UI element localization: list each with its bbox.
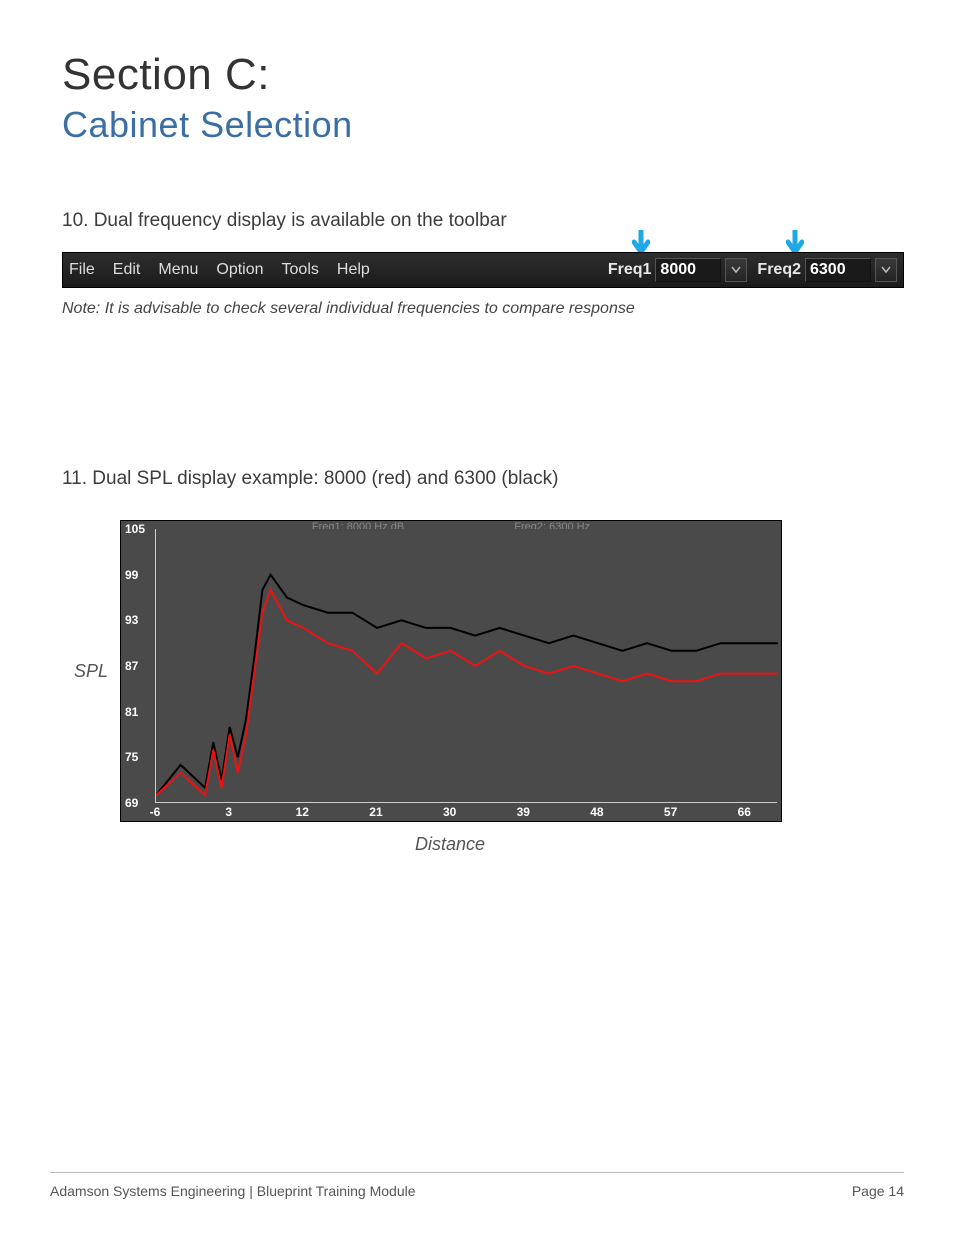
freq1-label: Freq1 (608, 261, 652, 279)
x-tick: 30 (443, 805, 456, 819)
x-tick: -6 (150, 805, 161, 819)
footer-page: Page 14 (852, 1183, 904, 1199)
chevron-down-icon (881, 266, 891, 274)
menu-edit[interactable]: Edit (113, 261, 141, 279)
freq2-dropdown[interactable] (875, 258, 897, 282)
footer-left: Adamson Systems Engineering | Blueprint … (50, 1183, 416, 1199)
freq2-label: Freq2 (757, 261, 801, 279)
spl-chart: Freq1: 8000 Hz dB Freq2: 6300 Hz 6975818… (120, 520, 782, 822)
menu-tools[interactable]: Tools (282, 261, 319, 279)
x-tick: 39 (517, 805, 530, 819)
x-tick: 57 (664, 805, 677, 819)
y-tick: 93 (125, 613, 138, 627)
y-tick: 81 (125, 705, 138, 719)
section-label: Section C: (62, 50, 904, 100)
x-tick: 3 (225, 805, 232, 819)
y-tick: 99 (125, 568, 138, 582)
page-footer: Adamson Systems Engineering | Blueprint … (50, 1172, 904, 1199)
y-tick: 69 (125, 796, 138, 810)
menu-file[interactable]: File (69, 261, 95, 279)
menu-bar: File Edit Menu Option Tools Help (69, 261, 370, 279)
section-title: Cabinet Selection (62, 104, 904, 146)
menu-menu[interactable]: Menu (158, 261, 198, 279)
freq2-value[interactable]: 6300 (805, 258, 871, 282)
x-axis-label: Distance (120, 834, 780, 855)
freq1-dropdown[interactable] (725, 258, 747, 282)
y-tick: 75 (125, 750, 138, 764)
x-tick: 66 (738, 805, 751, 819)
app-toolbar: File Edit Menu Option Tools Help Freq1 8… (62, 252, 904, 288)
y-axis-label: SPL (62, 661, 120, 682)
section-header: Section C: Cabinet Selection (62, 50, 904, 146)
y-tick: 105 (125, 522, 145, 536)
x-tick: 21 (369, 805, 382, 819)
x-tick: 48 (590, 805, 603, 819)
chart-series (156, 575, 778, 796)
x-tick: 12 (296, 805, 309, 819)
menu-option[interactable]: Option (216, 261, 263, 279)
freq1-value[interactable]: 8000 (655, 258, 721, 282)
step-11-text: 11. Dual SPL display example: 8000 (red)… (62, 468, 904, 490)
menu-help[interactable]: Help (337, 261, 370, 279)
step-10-note: Note: It is advisable to check several i… (62, 300, 904, 318)
step-10-text: 10. Dual frequency display is available … (62, 210, 904, 232)
y-tick: 87 (125, 659, 138, 673)
chevron-down-icon (731, 266, 741, 274)
